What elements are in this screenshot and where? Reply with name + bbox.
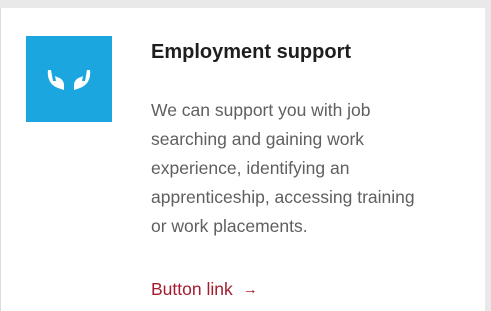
- description-line: apprenticeship, accessing training: [151, 187, 415, 207]
- button-link[interactable]: Button link →: [151, 279, 258, 300]
- description-line: or work placements.: [151, 216, 308, 236]
- description-line: experience, identifying an: [151, 158, 350, 178]
- card-description: We can support you with job searching an…: [151, 96, 481, 241]
- arrow-right-icon: →: [242, 281, 258, 298]
- card-title: Employment support: [151, 41, 352, 63]
- button-link-label: Button link: [151, 279, 233, 299]
- employment-support-card: Employment support We can support you wi…: [0, 8, 485, 311]
- caring-hands-icon: [47, 70, 91, 90]
- description-line: searching and gaining work: [151, 129, 365, 149]
- description-line: We can support you with job: [151, 100, 371, 120]
- icon-tile: [26, 36, 112, 122]
